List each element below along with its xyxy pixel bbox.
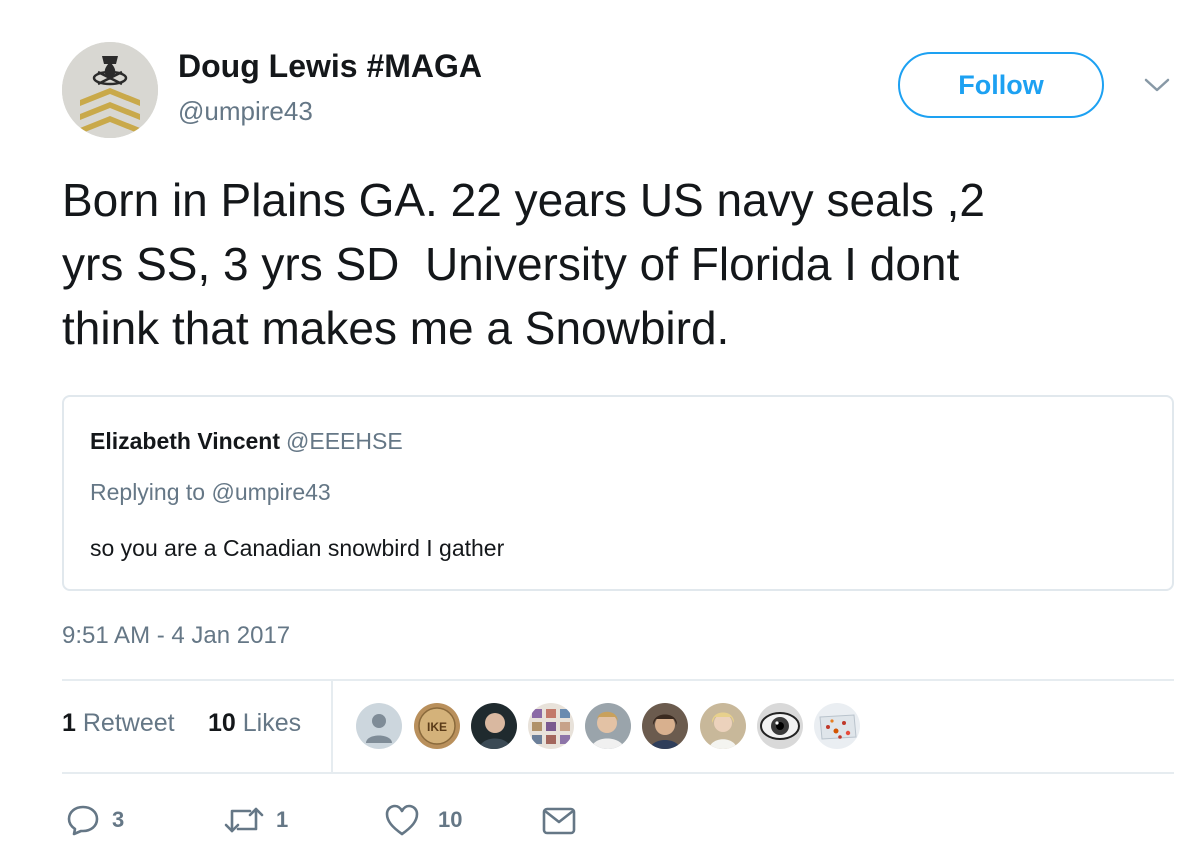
liker-avatar-default[interactable] — [356, 703, 402, 749]
like-count: 10 — [438, 807, 463, 832]
divider — [62, 679, 1174, 681]
tweet-text: Born in Plains GA. 22 years US navy seal… — [62, 168, 1172, 360]
retweet-stat-count: 1 — [62, 709, 76, 737]
likes-stat[interactable]: 10 Likes — [208, 709, 301, 738]
heart-icon — [385, 804, 419, 836]
quoted-author: Elizabeth Vincent @EEEHSE — [90, 428, 403, 455]
liker-avatar-photo[interactable] — [642, 703, 688, 749]
likes-stat-count: 10 — [208, 709, 236, 737]
tweet-timestamp[interactable]: 9:51 AM - 4 Jan 2017 — [62, 622, 290, 650]
user-photo-icon — [642, 703, 688, 749]
envelope-icon — [542, 807, 576, 835]
stats-separator — [331, 680, 333, 772]
reply-count: 3 — [112, 807, 125, 832]
author-handle[interactable]: @umpire43 — [178, 96, 313, 127]
direct-message-button[interactable] — [541, 800, 577, 840]
liker-avatar-photo[interactable] — [471, 703, 517, 749]
author-name[interactable]: Doug Lewis #MAGA — [178, 48, 482, 85]
retweet-icon — [224, 807, 264, 833]
follow-button[interactable]: Follow — [898, 52, 1104, 118]
replying-to-mention[interactable]: @umpire43 — [211, 479, 330, 505]
liker-avatar-photo[interactable] — [585, 703, 631, 749]
chevron-down-icon[interactable] — [1142, 74, 1172, 96]
liker-avatar-map[interactable] — [814, 703, 860, 749]
collage-photo-icon — [528, 703, 574, 749]
quoted-author-name: Elizabeth Vincent — [90, 428, 281, 454]
replying-to: Replying to @umpire43 — [90, 479, 331, 506]
user-photo-icon — [585, 703, 631, 749]
badge-text: IKE — [427, 720, 447, 734]
campaign-badge-icon: IKE — [414, 703, 460, 749]
liker-avatar-eye[interactable] — [757, 703, 803, 749]
liker-avatar-photo[interactable] — [700, 703, 746, 749]
liker-avatar-collage[interactable] — [528, 703, 574, 749]
eye-photo-icon — [757, 703, 803, 749]
user-photo-icon — [700, 703, 746, 749]
divider — [62, 772, 1174, 774]
retweet-stat[interactable]: 1 Retweet — [62, 709, 175, 738]
quoted-text: so you are a Canadian snowbird I gather — [90, 535, 505, 561]
reply-icon — [67, 805, 99, 836]
like-button[interactable]: 10 — [384, 800, 462, 840]
liker-avatar-badge[interactable]: IKE — [414, 703, 460, 749]
likes-stat-label: Likes — [242, 709, 302, 737]
quoted-tweet[interactable]: Elizabeth Vincent @EEEHSE Replying to @um… — [62, 395, 1174, 591]
navy-rank-insignia-icon — [62, 42, 158, 138]
tweet-text-line: Born in Plains GA. 22 years US navy seal… — [62, 174, 985, 226]
map-photo-icon — [814, 703, 860, 749]
author-avatar[interactable] — [62, 42, 158, 138]
tweet-text-line: think that makes me a Snowbird. — [62, 302, 730, 354]
replying-to-prefix: Replying to — [90, 479, 206, 505]
retweet-count: 1 — [276, 807, 289, 832]
retweet-stat-label: Retweet — [82, 709, 175, 737]
retweet-button[interactable]: 1 — [222, 800, 288, 840]
user-photo-icon — [471, 703, 517, 749]
default-user-icon — [356, 703, 402, 749]
quoted-author-handle: @EEEHSE — [286, 428, 403, 454]
tweet-text-line: yrs SS, 3 yrs SD University of Florida I… — [62, 238, 960, 290]
reply-button[interactable]: 3 — [66, 800, 124, 840]
